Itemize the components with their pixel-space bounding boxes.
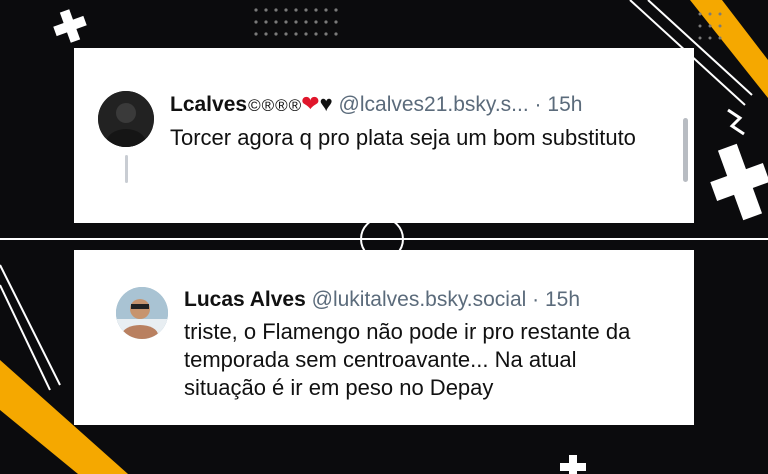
zigzag-icon	[727, 108, 745, 136]
plus-icon-right	[710, 143, 768, 221]
badge-registered-icon: ®	[288, 96, 302, 115]
thread-line	[125, 155, 128, 183]
plus-icon-bottom	[560, 455, 586, 474]
badge-copyright-icon: ©	[248, 96, 261, 115]
badge-registered-icon: ®	[275, 96, 288, 115]
display-name[interactable]: Lcalves	[170, 93, 247, 116]
display-name[interactable]: Lucas Alves	[184, 288, 306, 311]
post-text: triste, o Flamengo não pode ir pro resta…	[184, 319, 631, 400]
post-time[interactable]: 15h	[547, 93, 582, 116]
dot-grid-top	[254, 8, 338, 36]
avatar-dark-icon	[98, 91, 154, 147]
user-handle[interactable]: @lcalves21.bsky.s...	[339, 93, 529, 116]
black-heart-icon: ♥	[319, 91, 333, 116]
separator-dot: ·	[534, 93, 542, 116]
scrollbar[interactable]	[683, 118, 688, 182]
avatar[interactable]	[98, 91, 154, 147]
red-heart-icon: ❤	[301, 91, 320, 116]
user-handle[interactable]: @lukitalves.bsky.social	[312, 288, 527, 311]
badge-registered-icon: ®	[261, 96, 275, 115]
post-card-1[interactable]: Lcalves©®®®❤♥ @lcalves21.bsky.s... · 15h…	[74, 48, 694, 223]
separator-dot: ·	[532, 288, 540, 311]
avatar-photo-icon	[116, 287, 168, 339]
post-header: Lcalves©®®®❤♥ @lcalves21.bsky.s... · 15h	[170, 91, 582, 119]
avatar[interactable]	[116, 287, 168, 339]
post-text: Torcer agora q pro plata seja um bom sub…	[170, 125, 636, 150]
plus-icon-top-left	[53, 9, 87, 43]
post-card-2[interactable]: Lucas Alves @lukitalves.bsky.social · 15…	[74, 250, 694, 425]
white-outline-stripe-left	[0, 264, 61, 386]
post-header: Lucas Alves @lukitalves.bsky.social · 15…	[184, 287, 580, 313]
post-time[interactable]: 15h	[545, 288, 580, 311]
